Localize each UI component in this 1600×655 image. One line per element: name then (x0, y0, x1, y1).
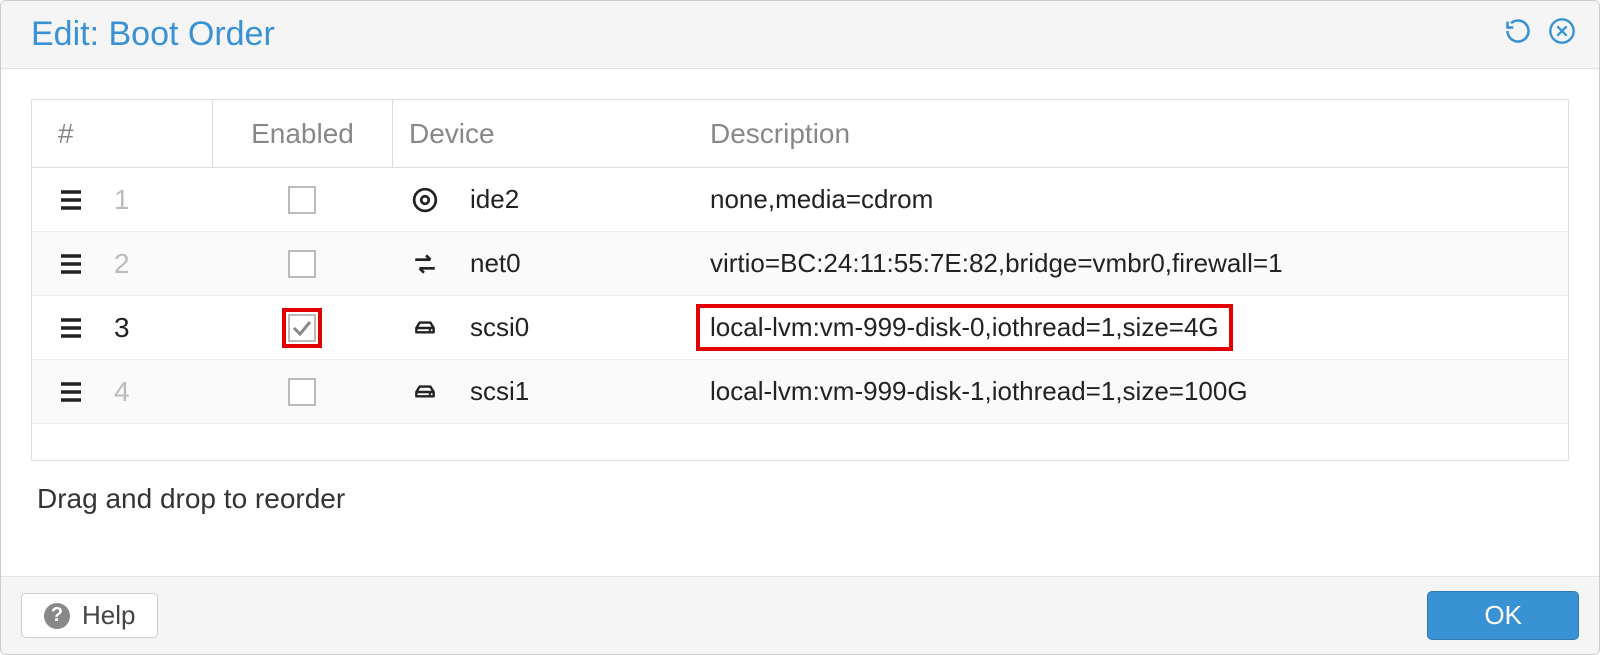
close-button[interactable] (1547, 20, 1577, 50)
order-number: 3 (114, 312, 130, 344)
help-button[interactable]: ? Help (21, 593, 158, 638)
dialog-footer: ? Help OK (1, 576, 1599, 654)
device-description: local-lvm:vm-999-disk-1,iothread=1,size=… (710, 376, 1248, 407)
device-description: virtio=BC:24:11:55:7E:82,bridge=vmbr0,fi… (710, 248, 1283, 279)
boot-order-dialog: Edit: Boot Order (0, 0, 1600, 655)
cell-order: 1 (32, 168, 212, 231)
reset-button[interactable] (1503, 20, 1533, 50)
header-enabled[interactable]: Enabled (212, 100, 392, 167)
drag-handle-icon[interactable] (58, 316, 84, 340)
cell-order: 4 (32, 360, 212, 423)
order-number: 2 (114, 248, 130, 280)
network-icon (408, 247, 442, 281)
cell-device: scsi0 (392, 296, 682, 359)
cell-enabled (212, 296, 392, 359)
device-description: local-lvm:vm-999-disk-0,iothread=1,size=… (696, 304, 1233, 351)
undo-icon (1504, 17, 1532, 52)
cell-enabled (212, 360, 392, 423)
ok-button[interactable]: OK (1427, 591, 1579, 640)
cdrom-icon (408, 183, 442, 217)
enabled-checkbox[interactable] (288, 186, 316, 214)
cell-description: local-lvm:vm-999-disk-0,iothread=1,size=… (682, 296, 1568, 359)
table-spacer-row (32, 424, 1568, 460)
table-row[interactable]: 2 net0 virtio=BC:24:11:55:7E:82,bridge=v… (32, 232, 1568, 296)
device-name: scsi1 (470, 376, 529, 407)
order-number: 1 (114, 184, 130, 216)
harddisk-icon (408, 375, 442, 409)
device-description: none,media=cdrom (710, 184, 933, 215)
dialog-title: Edit: Boot Order (31, 15, 1503, 54)
drag-handle-icon[interactable] (58, 188, 84, 212)
cell-device: scsi1 (392, 360, 682, 423)
header-order[interactable]: # (32, 100, 212, 167)
header-description[interactable]: Description (682, 100, 1568, 167)
dialog-body: # Enabled Device Description 1 ide2 non (1, 69, 1599, 576)
cell-description: none,media=cdrom (682, 168, 1568, 231)
cell-enabled (212, 232, 392, 295)
enabled-checkbox[interactable] (288, 314, 316, 342)
cell-device: ide2 (392, 168, 682, 231)
cell-order: 2 (32, 232, 212, 295)
table-row[interactable]: 1 ide2 none,media=cdrom (32, 168, 1568, 232)
enabled-checkbox[interactable] (288, 378, 316, 406)
close-icon (1548, 17, 1576, 52)
titlebar-actions (1503, 20, 1577, 50)
boot-order-table: # Enabled Device Description 1 ide2 non (31, 99, 1569, 461)
device-name: ide2 (470, 184, 519, 215)
device-name: scsi0 (470, 312, 529, 343)
cell-description: local-lvm:vm-999-disk-1,iothread=1,size=… (682, 360, 1568, 423)
drag-handle-icon[interactable] (58, 252, 84, 276)
table-row[interactable]: 4 scsi1 local-lvm:vm-999-disk-1,iothread… (32, 360, 1568, 424)
drag-handle-icon[interactable] (58, 380, 84, 404)
help-icon: ? (44, 603, 70, 629)
table-row[interactable]: 3 scsi0 local-lvm:vm-999-disk-0,iothread… (32, 296, 1568, 360)
cell-order: 3 (32, 296, 212, 359)
cell-description: virtio=BC:24:11:55:7E:82,bridge=vmbr0,fi… (682, 232, 1568, 295)
help-button-label: Help (82, 600, 135, 631)
cell-enabled (212, 168, 392, 231)
table-header-row: # Enabled Device Description (32, 100, 1568, 168)
header-device[interactable]: Device (392, 100, 682, 167)
cell-device: net0 (392, 232, 682, 295)
harddisk-icon (408, 311, 442, 345)
enabled-checkbox[interactable] (288, 250, 316, 278)
reorder-hint: Drag and drop to reorder (31, 461, 1569, 535)
dialog-titlebar: Edit: Boot Order (1, 1, 1599, 69)
device-name: net0 (470, 248, 521, 279)
order-number: 4 (114, 376, 130, 408)
